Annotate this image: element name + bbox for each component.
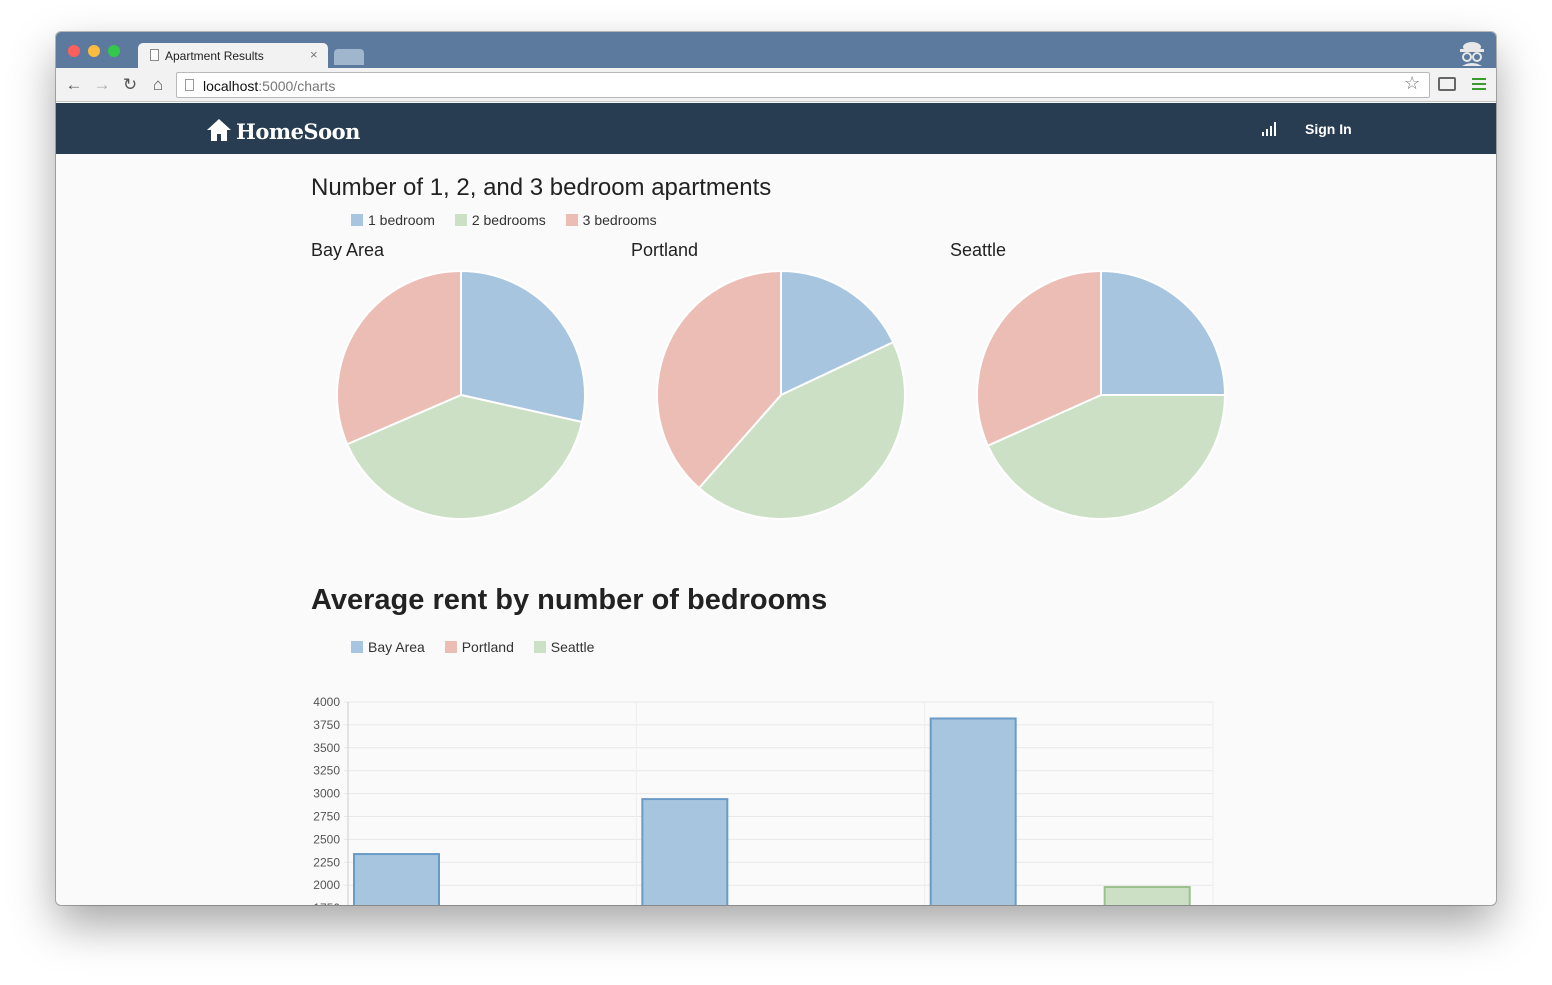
legend-swatch-bay-area (351, 641, 363, 653)
bar-section-heading: Average rent by number of bedrooms (311, 584, 828, 616)
pie-title-portland: Portland (631, 240, 699, 260)
legend-label: Portland (461, 639, 514, 655)
pie-title-seattle: Seattle (950, 240, 1007, 260)
legend-item: 1 bedroom (351, 212, 435, 228)
pie-legend: 1 bedroom 2 bedrooms 3 bedrooms (351, 212, 673, 228)
reload-icon[interactable]: ↻ (120, 75, 140, 95)
bar-bay-area[interactable] (353, 853, 440, 905)
y-tick-label: 3750 (313, 718, 340, 732)
bar-chart: 4000 3750 3500 3250 3000 2750 2500 2250 2000 1750… (313, 695, 1214, 905)
bar-legend: Bay Area Portland Seattle (351, 639, 610, 655)
y-tick-label: 2000 (313, 878, 340, 892)
bar-seattle[interactable] (1103, 886, 1191, 905)
address-bar[interactable]: localhost:5000/charts (176, 72, 1430, 98)
star-icon[interactable]: ☆ (1404, 73, 1420, 94)
back-icon[interactable]: ← (64, 75, 84, 95)
title-bar: Apartment Results × (56, 32, 1496, 68)
menu-icon[interactable] (1472, 78, 1486, 90)
y-tick-label: 4000 (313, 695, 340, 709)
y-tick-label: 2750 (313, 810, 340, 824)
legend-item: 2 bedrooms (454, 212, 546, 228)
legend-swatch-seattle (533, 641, 546, 653)
app-navbar: HomeSoon Sign In (56, 103, 1496, 154)
pie-slice-1-bedroom[interactable] (1100, 269, 1227, 396)
page-content: Number of 1, 2, and 3 bedroom apartments… (56, 154, 1496, 905)
new-tab-button[interactable] (334, 49, 364, 65)
legend-label: 2 bedrooms (471, 212, 546, 228)
legend-label: 1 bedroom (368, 212, 435, 228)
y-tick-label: 2250 (313, 855, 340, 869)
signal-icon[interactable] (1261, 122, 1277, 136)
legend-swatch-3-bedrooms (565, 214, 578, 226)
minimize-window-button[interactable] (88, 45, 100, 57)
pie-chart-portland (656, 269, 906, 520)
cast-icon[interactable] (1438, 77, 1456, 91)
pie-chart-bay-area (336, 269, 586, 520)
pie-title-bay-area: Bay Area (311, 240, 385, 260)
incognito-icon (1460, 42, 1484, 66)
page-icon (150, 49, 159, 61)
legend-label: Seattle (550, 639, 595, 655)
pie-section-heading: Number of 1, 2, and 3 bedroom apartments (311, 174, 772, 201)
tab-close-icon[interactable]: × (310, 47, 318, 62)
legend-item: Portland (444, 639, 514, 655)
legend-item: Seattle (533, 639, 595, 655)
legend-item: 3 bedrooms (565, 212, 657, 228)
y-tick-label: 2500 (313, 832, 340, 846)
y-tick-label: 3250 (313, 764, 340, 778)
bar-bay-area[interactable] (641, 798, 729, 905)
sign-in-link[interactable]: Sign In (1305, 121, 1352, 137)
legend-label: 3 bedrooms (582, 212, 657, 228)
close-window-button[interactable] (68, 45, 80, 57)
tab-title: Apartment Results (165, 49, 264, 63)
y-tick-label: 1750 (313, 901, 340, 905)
legend-swatch-1-bedroom (351, 214, 363, 226)
url-path: :5000/charts (258, 78, 336, 94)
legend-swatch-portland (444, 641, 457, 653)
browser-toolbar: ← → ↻ ⌂ localhost:5000/charts ☆ (56, 68, 1496, 102)
brand-logo[interactable]: HomeSoon (236, 119, 360, 144)
forward-icon[interactable]: → (92, 75, 112, 95)
home-icon[interactable]: ⌂ (148, 75, 168, 95)
browser-window: Apartment Results × ← → ↻ ⌂ localhost:50… (56, 32, 1496, 905)
legend-swatch-2-bedrooms (454, 214, 467, 226)
page-icon (185, 79, 194, 91)
y-tick-label: 3500 (313, 741, 340, 755)
browser-tab[interactable]: Apartment Results × (138, 43, 328, 68)
maximize-window-button[interactable] (108, 45, 120, 57)
home-icon[interactable] (206, 118, 232, 142)
pie-chart-seattle (976, 269, 1227, 520)
legend-label: Bay Area (368, 639, 425, 655)
url-text: localhost:5000/charts (203, 78, 335, 94)
legend-item: Bay Area (351, 639, 425, 655)
bar-bay-area[interactable] (929, 717, 1017, 905)
url-host: localhost (203, 78, 259, 94)
y-tick-label: 3000 (313, 787, 340, 801)
